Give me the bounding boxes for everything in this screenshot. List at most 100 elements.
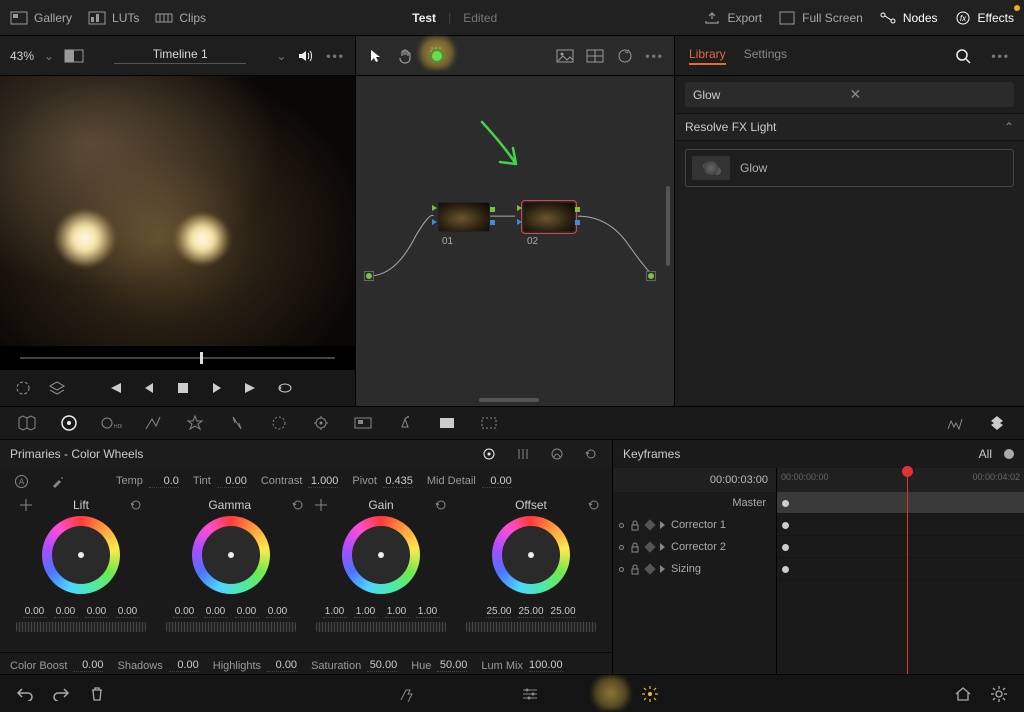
- undo-icon[interactable]: [14, 683, 36, 705]
- lock-icon[interactable]: [630, 542, 640, 552]
- wheel-value[interactable]: 0.00: [54, 606, 78, 618]
- wheel-value[interactable]: 0.00: [266, 606, 290, 618]
- node-port-icon[interactable]: [575, 207, 580, 212]
- jog-wheel[interactable]: [466, 622, 596, 632]
- split-view-icon[interactable]: [64, 46, 84, 66]
- color-wheel[interactable]: [492, 516, 570, 594]
- jog-wheel[interactable]: [316, 622, 446, 632]
- temp-value[interactable]: 0.0: [149, 475, 179, 488]
- library-options-icon[interactable]: •••: [991, 49, 1010, 63]
- keyframe-marker-icon[interactable]: [782, 544, 789, 551]
- viewer-options-icon[interactable]: •••: [326, 49, 345, 63]
- middetail-value[interactable]: 0.00: [482, 475, 512, 488]
- palette-blur-icon[interactable]: [478, 412, 500, 434]
- zoom-caret-icon[interactable]: ⌄: [44, 49, 54, 63]
- keyframe-row[interactable]: Sizing: [613, 558, 776, 580]
- timeline-name[interactable]: Timeline 1: [114, 47, 246, 64]
- trash-icon[interactable]: [86, 683, 108, 705]
- horizontal-scrollbar[interactable]: [479, 398, 539, 402]
- wheel-value[interactable]: 0.00: [23, 606, 47, 618]
- white-point-icon[interactable]: [314, 498, 328, 512]
- keyframe-marker-icon[interactable]: [782, 566, 789, 573]
- prev-clip-icon[interactable]: [104, 378, 126, 398]
- keyframe-row[interactable]: Corrector 1: [613, 514, 776, 536]
- node-port-icon[interactable]: [575, 220, 580, 225]
- bars-mode-icon[interactable]: [512, 443, 534, 465]
- reset-icon[interactable]: [434, 498, 448, 512]
- hand-tool-icon[interactable]: [396, 46, 416, 66]
- palette-window-icon[interactable]: [352, 412, 374, 434]
- keyframe-marker-icon[interactable]: [782, 522, 789, 529]
- palette-tracker-icon[interactable]: [394, 412, 416, 434]
- wheel-value[interactable]: 0.00: [235, 606, 259, 618]
- playhead[interactable]: [907, 468, 908, 678]
- reset-icon[interactable]: [129, 498, 143, 512]
- log-mode-icon[interactable]: [546, 443, 568, 465]
- gear-icon[interactable]: [988, 683, 1010, 705]
- node-01[interactable]: 01: [438, 202, 490, 247]
- sliders-icon[interactable]: [519, 683, 541, 705]
- node-options-icon[interactable]: •••: [645, 49, 664, 63]
- node-output-icon[interactable]: [646, 271, 656, 281]
- image-wipe-icon[interactable]: [555, 46, 575, 66]
- keyframe-row[interactable]: Master: [613, 492, 776, 514]
- wheel-value[interactable]: 0.00: [204, 606, 228, 618]
- node-port-icon[interactable]: [432, 219, 437, 225]
- node-port-icon[interactable]: [432, 205, 437, 211]
- fx-group-header[interactable]: Resolve FX Light ⌃: [675, 113, 1024, 141]
- speaker-icon[interactable]: [296, 46, 316, 66]
- clear-search-icon[interactable]: ✕: [850, 86, 1007, 103]
- pivot-value[interactable]: 0.435: [383, 475, 413, 488]
- palette-curves-icon[interactable]: [226, 412, 248, 434]
- bypass-icon[interactable]: [12, 378, 34, 398]
- step-back-icon[interactable]: [138, 378, 160, 398]
- reset-all-icon[interactable]: [580, 443, 602, 465]
- keyframe-track[interactable]: [777, 536, 1024, 558]
- luts-btn[interactable]: LUTs: [88, 11, 139, 25]
- kf-enable-icon[interactable]: [619, 523, 624, 528]
- keyframe-track[interactable]: [777, 492, 1024, 514]
- search-icon[interactable]: [953, 46, 973, 66]
- effects-btn[interactable]: fx Effects: [954, 11, 1014, 25]
- keyframes-all-toggle[interactable]: [1004, 449, 1014, 459]
- jog-wheel[interactable]: [16, 622, 146, 632]
- keyframe-ruler[interactable]: 00:00:00:00 00:00:04:02: [777, 468, 1024, 492]
- wheel-value[interactable]: 0.00: [116, 606, 140, 618]
- kf-enable-icon[interactable]: [619, 567, 624, 572]
- wheel-value[interactable]: 25.00: [486, 606, 511, 618]
- zoom-level[interactable]: 43%: [10, 49, 34, 63]
- palette-color-wheels-icon[interactable]: [58, 412, 80, 434]
- color-wheel[interactable]: [342, 516, 420, 594]
- chevron-right-icon[interactable]: [660, 521, 665, 529]
- wheel-value[interactable]: 1.00: [416, 606, 440, 618]
- kf-enable-icon[interactable]: [619, 545, 624, 550]
- hue-value[interactable]: 50.00: [437, 659, 467, 672]
- tab-settings[interactable]: Settings: [744, 47, 787, 65]
- wheel-value[interactable]: 1.00: [385, 606, 409, 618]
- chevron-right-icon[interactable]: [660, 543, 665, 551]
- palette-camera-raw-icon[interactable]: [16, 412, 38, 434]
- scrub-bar[interactable]: [0, 346, 355, 370]
- palette-hdr-icon[interactable]: HDR: [100, 412, 122, 434]
- loop-icon[interactable]: [274, 378, 296, 398]
- keyframe-icon[interactable]: [644, 541, 655, 552]
- reset-icon[interactable]: [291, 498, 305, 512]
- color-wheel[interactable]: [42, 516, 120, 594]
- reset-icon[interactable]: [587, 498, 601, 512]
- node-input-icon[interactable]: [364, 271, 374, 281]
- palette-qualifier-icon[interactable]: [310, 412, 332, 434]
- nodes-btn[interactable]: Nodes: [879, 11, 938, 25]
- highlights-value[interactable]: 0.00: [267, 659, 297, 672]
- timeline-caret-icon[interactable]: ⌄: [276, 49, 286, 63]
- keyframe-icon[interactable]: [644, 519, 655, 530]
- auto-balance-icon[interactable]: A: [10, 470, 32, 492]
- keyframe-track[interactable]: [777, 514, 1024, 536]
- preview-image[interactable]: [0, 76, 355, 346]
- next-clip-icon[interactable]: [240, 378, 262, 398]
- palette-magic-mask-icon[interactable]: [436, 412, 458, 434]
- node-port-icon[interactable]: [517, 205, 522, 211]
- node-port-icon[interactable]: [490, 220, 495, 225]
- palette-sizing-icon[interactable]: [986, 412, 1008, 434]
- keyframe-track[interactable]: [777, 558, 1024, 580]
- gallery-btn[interactable]: Gallery: [10, 11, 72, 25]
